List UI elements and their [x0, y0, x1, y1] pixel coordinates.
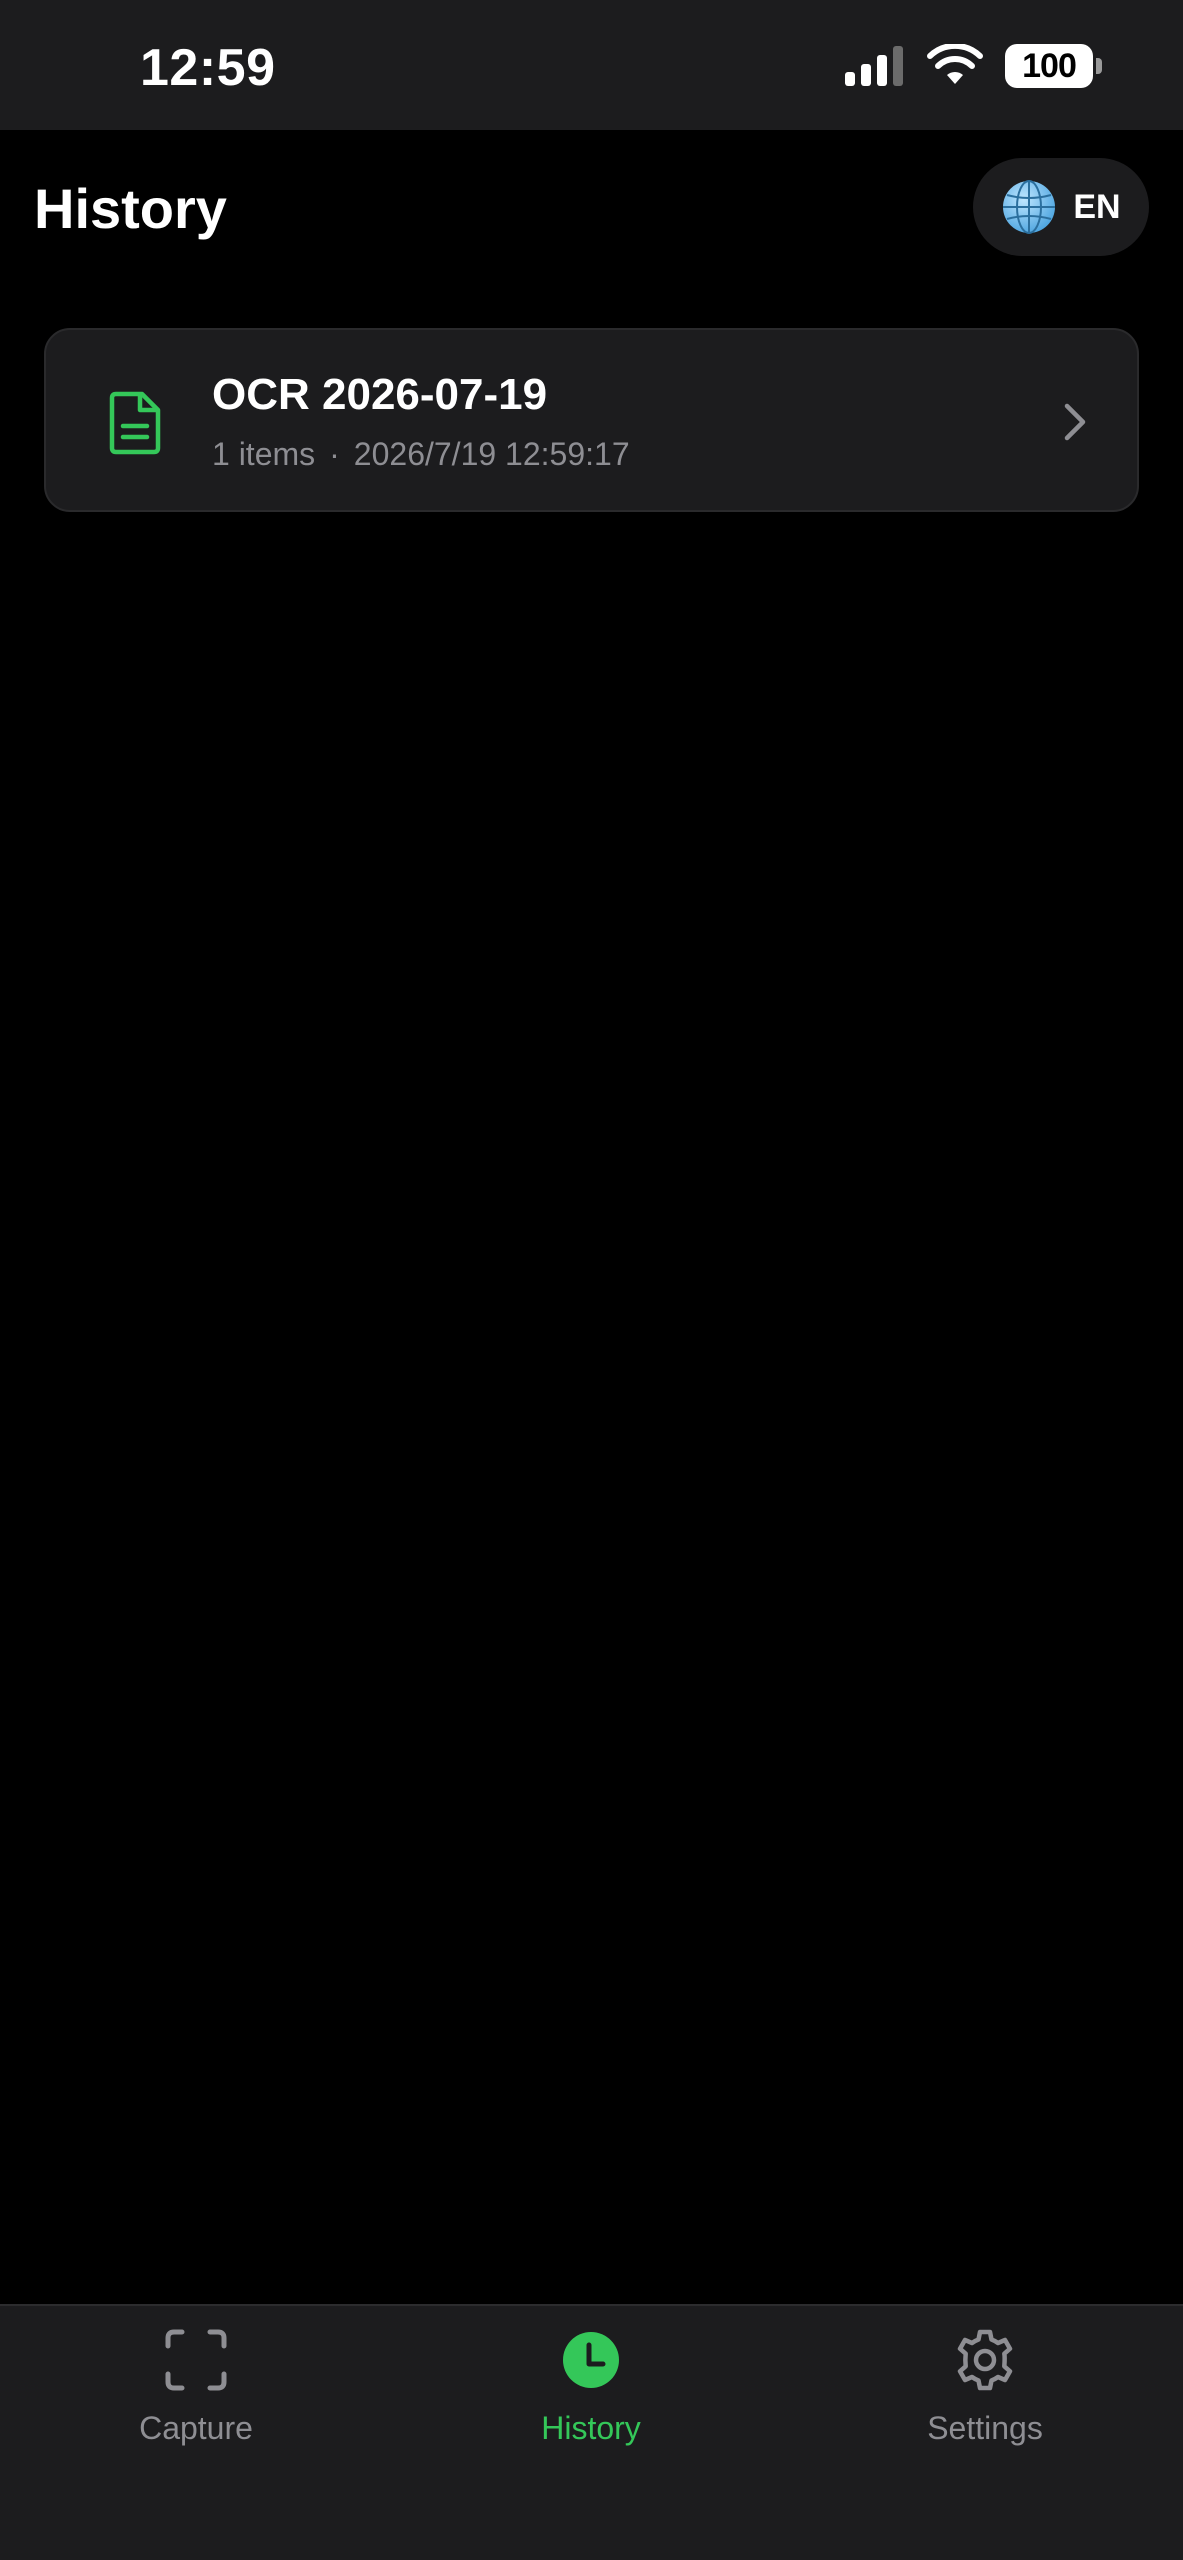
tab-capture-label: Capture [139, 2410, 253, 2446]
meta-separator: · [329, 436, 340, 472]
tab-settings[interactable]: Settings [835, 2328, 1135, 2478]
history-item-count: 1 items [212, 436, 316, 472]
clock-icon [563, 2332, 619, 2388]
history-item-title: OCR 2026-07-19 [212, 370, 548, 419]
status-time: 12:59 [140, 39, 276, 97]
status-icons: 100 [843, 44, 1102, 88]
history-item-timestamp: 2026/7/19 12:59:17 [353, 436, 630, 472]
status-bar: 12:59 100 [0, 0, 1183, 130]
screen: 12:59 100 History EN OCR 2026-07-19 1 it… [0, 0, 1183, 2560]
chevron-right-icon [1064, 403, 1086, 441]
globe-icon [1003, 180, 1056, 234]
battery-level: 100 [1022, 46, 1077, 85]
document-icon [109, 391, 161, 455]
battery-tip [1096, 58, 1102, 74]
tab-settings-label: Settings [927, 2410, 1043, 2446]
scan-frame-icon [165, 2329, 227, 2391]
signal-icon [845, 46, 903, 86]
language-label: EN [1073, 187, 1121, 226]
language-button[interactable]: EN [973, 158, 1149, 256]
page-title: History [34, 177, 227, 240]
gear-icon [957, 2329, 1013, 2391]
history-item[interactable]: OCR 2026-07-19 1 items · 2026/7/19 12:59… [44, 328, 1139, 512]
tab-bar: Capture History Settings [0, 2304, 1183, 2560]
battery-icon: 100 [1005, 44, 1102, 88]
tab-history-label: History [541, 2410, 641, 2446]
wifi-icon [927, 44, 983, 84]
history-item-meta: 1 items · 2026/7/19 12:59:17 [212, 436, 630, 473]
tab-capture[interactable]: Capture [46, 2328, 346, 2478]
tab-history[interactable]: History [441, 2328, 741, 2478]
